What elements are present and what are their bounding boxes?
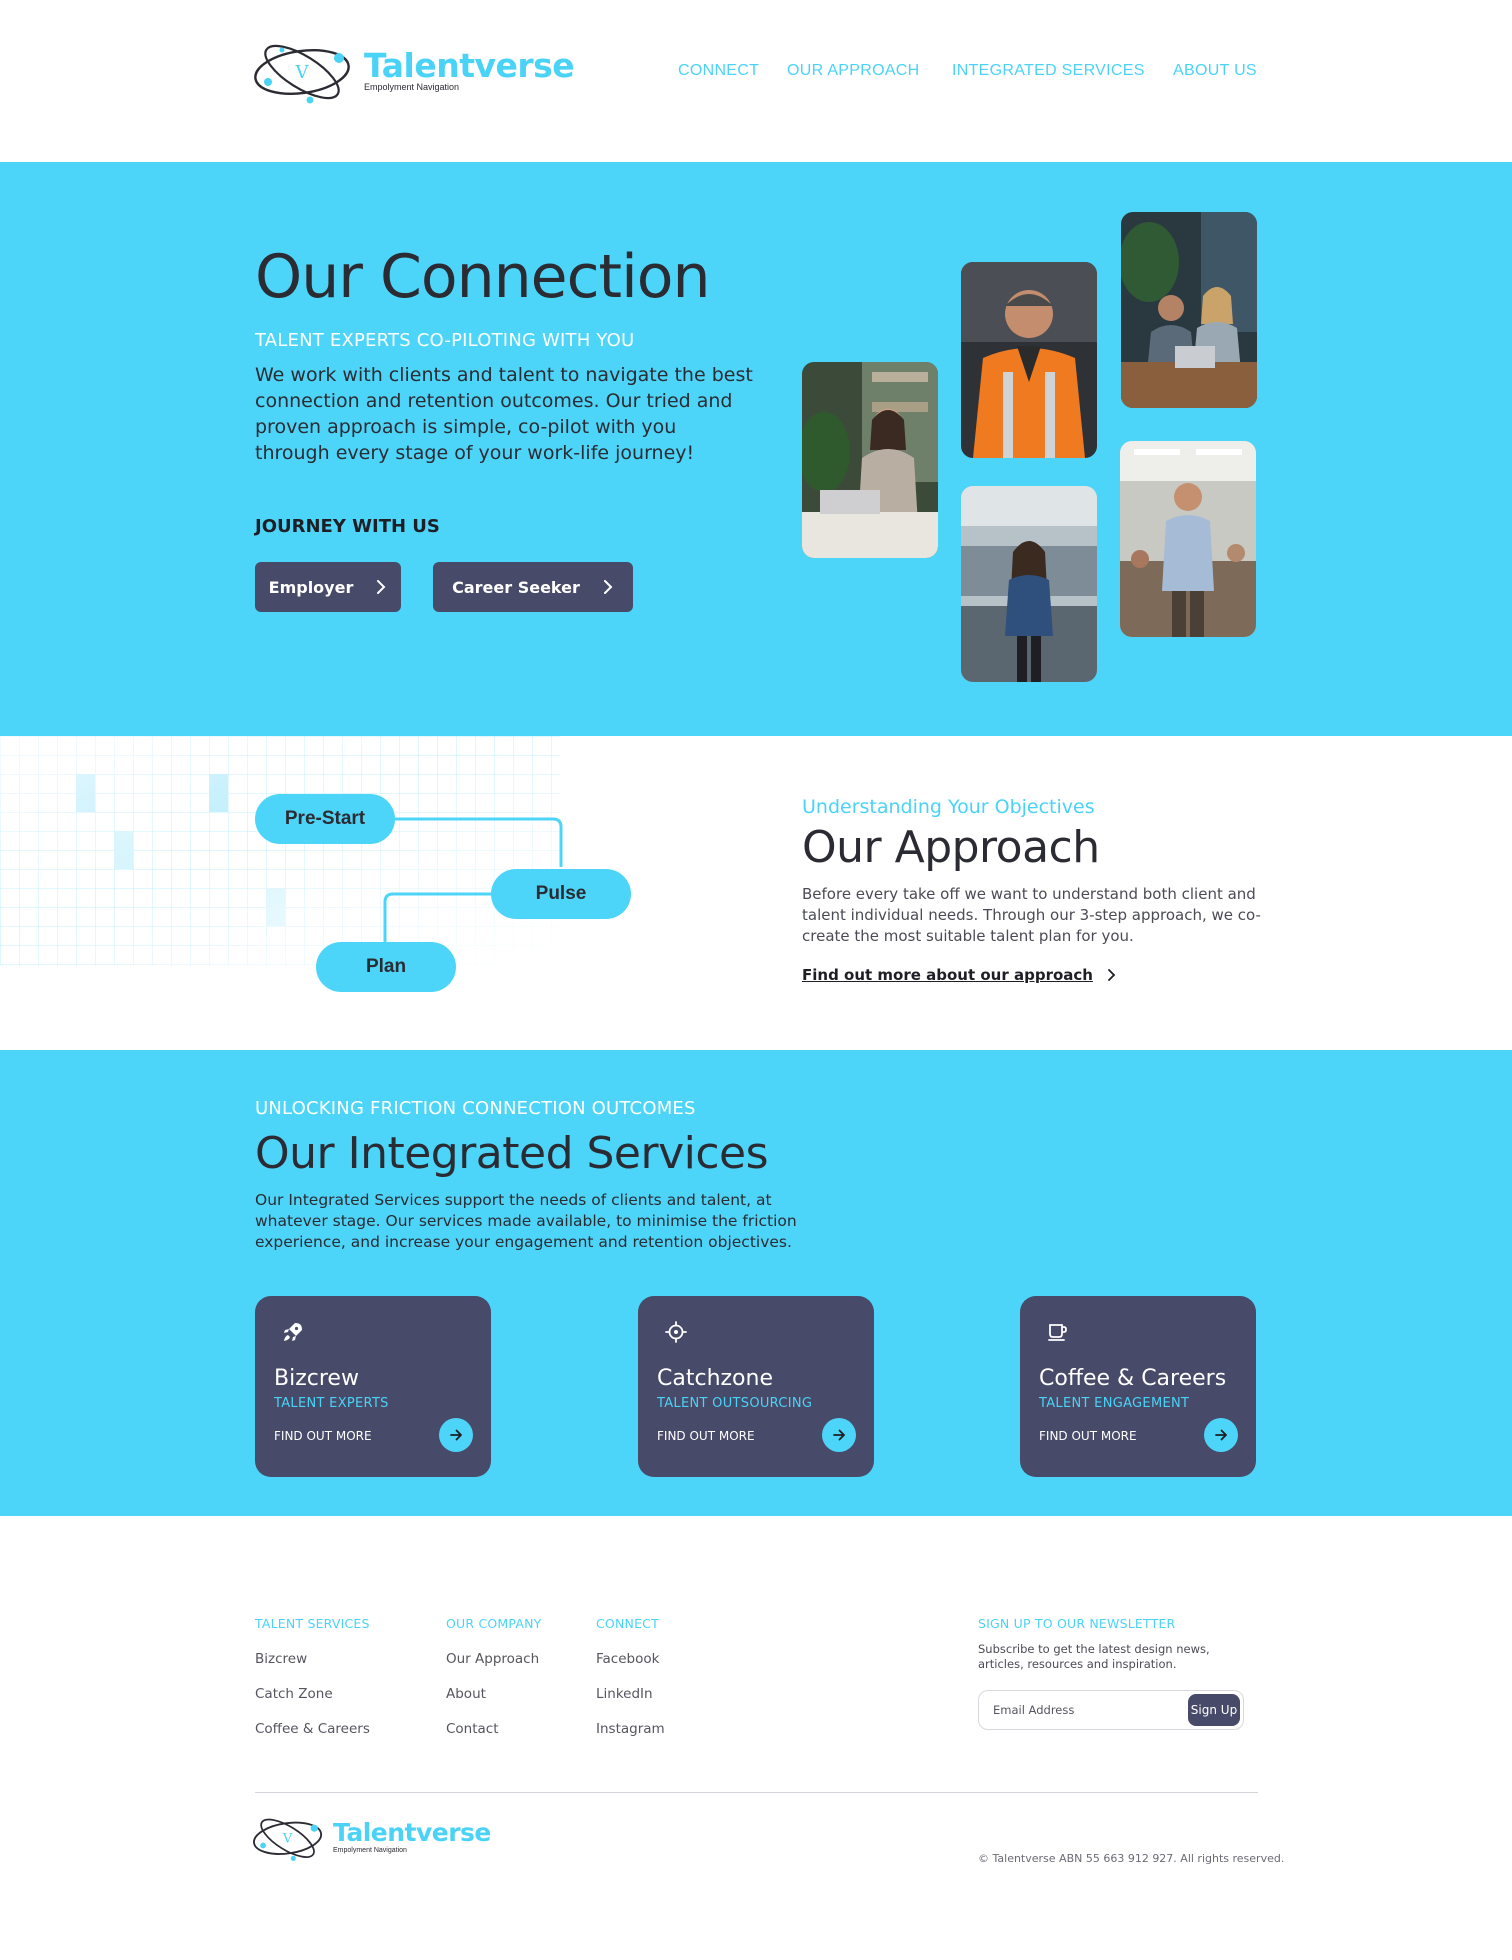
sign-up-button[interactable]: Sign Up — [1188, 1694, 1240, 1726]
footer-link-facebook[interactable]: Facebook — [596, 1651, 659, 1667]
main-nav: CONNECT OUR APPROACH INTEGRATED SERVICES… — [0, 62, 1512, 86]
footer-divider — [255, 1792, 1258, 1793]
footer-heading-talent-services: TALENT SERVICES — [255, 1616, 370, 1631]
footer-link-coffee-careers[interactable]: Coffee & Careers — [255, 1721, 370, 1737]
card-cta[interactable]: FIND OUT MORE — [1039, 1429, 1137, 1443]
email-input[interactable]: Email Address — [993, 1703, 1074, 1717]
hero-subtitle: TALENT EXPERTS CO-PILOTING WITH YOU — [255, 330, 635, 351]
card-subtitle: TALENT ENGAGEMENT — [1039, 1396, 1190, 1411]
services-description: Our Integrated Services support the need… — [255, 1191, 797, 1251]
nav-about-us[interactable]: ABOUT US — [1173, 62, 1257, 80]
career-seeker-button-label: Career Seeker — [452, 577, 580, 597]
footer-heading-our-company: OUR COMPANY — [446, 1616, 542, 1631]
presenter-classroom-photo — [1120, 441, 1256, 637]
approach-title: Our Approach — [802, 822, 1100, 873]
brand-tagline: Empolyment Navigation — [333, 1846, 407, 1854]
orbit-logo-icon: V — [253, 1810, 325, 1868]
service-card-catchzone[interactable]: Catchzone TALENT OUTSOURCING FIND OUT MO… — [638, 1296, 874, 1477]
footer-link-instagram[interactable]: Instagram — [596, 1721, 665, 1737]
approach-section: Pre-Start Pulse Plan Understanding Your … — [0, 736, 1512, 1050]
hero-section: Our Connection TALENT EXPERTS CO-PILOTIN… — [0, 162, 1512, 736]
approach-more-link[interactable]: Find out more about our approach — [802, 966, 1116, 984]
footer-link-catch-zone[interactable]: Catch Zone — [255, 1686, 333, 1702]
employer-button-label: Employer — [268, 577, 354, 597]
card-subtitle: TALENT OUTSOURCING — [657, 1396, 813, 1411]
arrow-right-icon[interactable] — [822, 1418, 856, 1452]
approach-eyebrow: Understanding Your Objectives — [802, 796, 1095, 818]
footer-link-about[interactable]: About — [446, 1686, 486, 1702]
team-meeting-laptop-photo — [1121, 212, 1257, 408]
arrow-right-icon[interactable] — [439, 1418, 473, 1452]
step-pulse: Pulse — [491, 869, 631, 919]
card-cta[interactable]: FIND OUT MORE — [274, 1429, 372, 1443]
service-card-coffee-careers[interactable]: Coffee & Careers TALENT ENGAGEMENT FIND … — [1020, 1296, 1256, 1477]
card-subtitle: TALENT EXPERTS — [274, 1396, 389, 1411]
coffee-cup-icon — [1048, 1324, 1067, 1341]
site-header: V Talentverse Empolyment Navigation CONN… — [0, 0, 1512, 162]
step-pre-start: Pre-Start — [255, 794, 395, 844]
newsletter-heading: SIGN UP TO OUR NEWSLETTER — [978, 1616, 1176, 1631]
footer-logo[interactable]: V Talentverse Empolyment Navigation — [253, 1810, 491, 1868]
chevron-right-icon — [377, 580, 386, 594]
nav-connect[interactable]: CONNECT — [678, 62, 759, 80]
chevron-right-icon — [603, 580, 613, 594]
nav-integrated-services[interactable]: INTEGRATED SERVICES — [952, 62, 1145, 80]
hero-description: We work with clients and talent to navig… — [255, 364, 753, 464]
services-section: UNLOCKING FRICTION CONNECTION OUTCOMES O… — [0, 1050, 1512, 1516]
copyright-text: © Talentverse ABN 55 663 912 927. All ri… — [978, 1852, 1285, 1865]
brand-name: Talentverse — [333, 1817, 491, 1847]
svg-text:V: V — [282, 1832, 293, 1847]
footer-link-contact[interactable]: Contact — [446, 1721, 499, 1737]
arrow-right-icon[interactable] — [1204, 1418, 1238, 1452]
career-seeker-button[interactable]: Career Seeker — [433, 562, 633, 612]
journey-label: JOURNEY WITH US — [255, 516, 440, 537]
employer-button[interactable]: Employer — [255, 562, 401, 612]
service-card-bizcrew[interactable]: Bizcrew TALENT EXPERTS FIND OUT MORE — [255, 1296, 491, 1477]
card-title: Coffee & Careers — [1039, 1366, 1227, 1391]
woman-typing-laptop-photo — [802, 362, 938, 558]
site-footer: TALENT SERVICES Bizcrew Catch Zone Coffe… — [0, 1516, 1512, 1960]
hero-title: Our Connection — [255, 242, 710, 312]
newsletter-description: Subscribe to get the latest design news,… — [978, 1642, 1210, 1671]
newsletter-form: Email Address Sign Up — [978, 1690, 1244, 1730]
rocket-icon — [284, 1323, 302, 1341]
footer-link-bizcrew[interactable]: Bizcrew — [255, 1651, 307, 1667]
card-title: Bizcrew — [274, 1366, 359, 1391]
footer-link-linkedin[interactable]: LinkedIn — [596, 1686, 653, 1702]
crosshair-icon — [665, 1321, 687, 1343]
worker-hi-vis-vest-photo — [961, 262, 1097, 458]
approach-description: Before every take off we want to underst… — [802, 885, 1261, 945]
nav-our-approach[interactable]: OUR APPROACH — [787, 62, 920, 80]
step-plan: Plan — [316, 942, 456, 992]
footer-link-our-approach[interactable]: Our Approach — [446, 1651, 539, 1667]
card-title: Catchzone — [657, 1366, 773, 1391]
chevron-right-icon — [1108, 969, 1116, 981]
services-title: Our Integrated Services — [255, 1128, 769, 1179]
card-cta[interactable]: FIND OUT MORE — [657, 1429, 755, 1443]
approach-more-link-label: Find out more about our approach — [802, 966, 1093, 984]
businesswoman-office-photo — [961, 486, 1097, 682]
services-eyebrow: UNLOCKING FRICTION CONNECTION OUTCOMES — [255, 1098, 696, 1119]
footer-heading-connect: CONNECT — [596, 1616, 659, 1631]
